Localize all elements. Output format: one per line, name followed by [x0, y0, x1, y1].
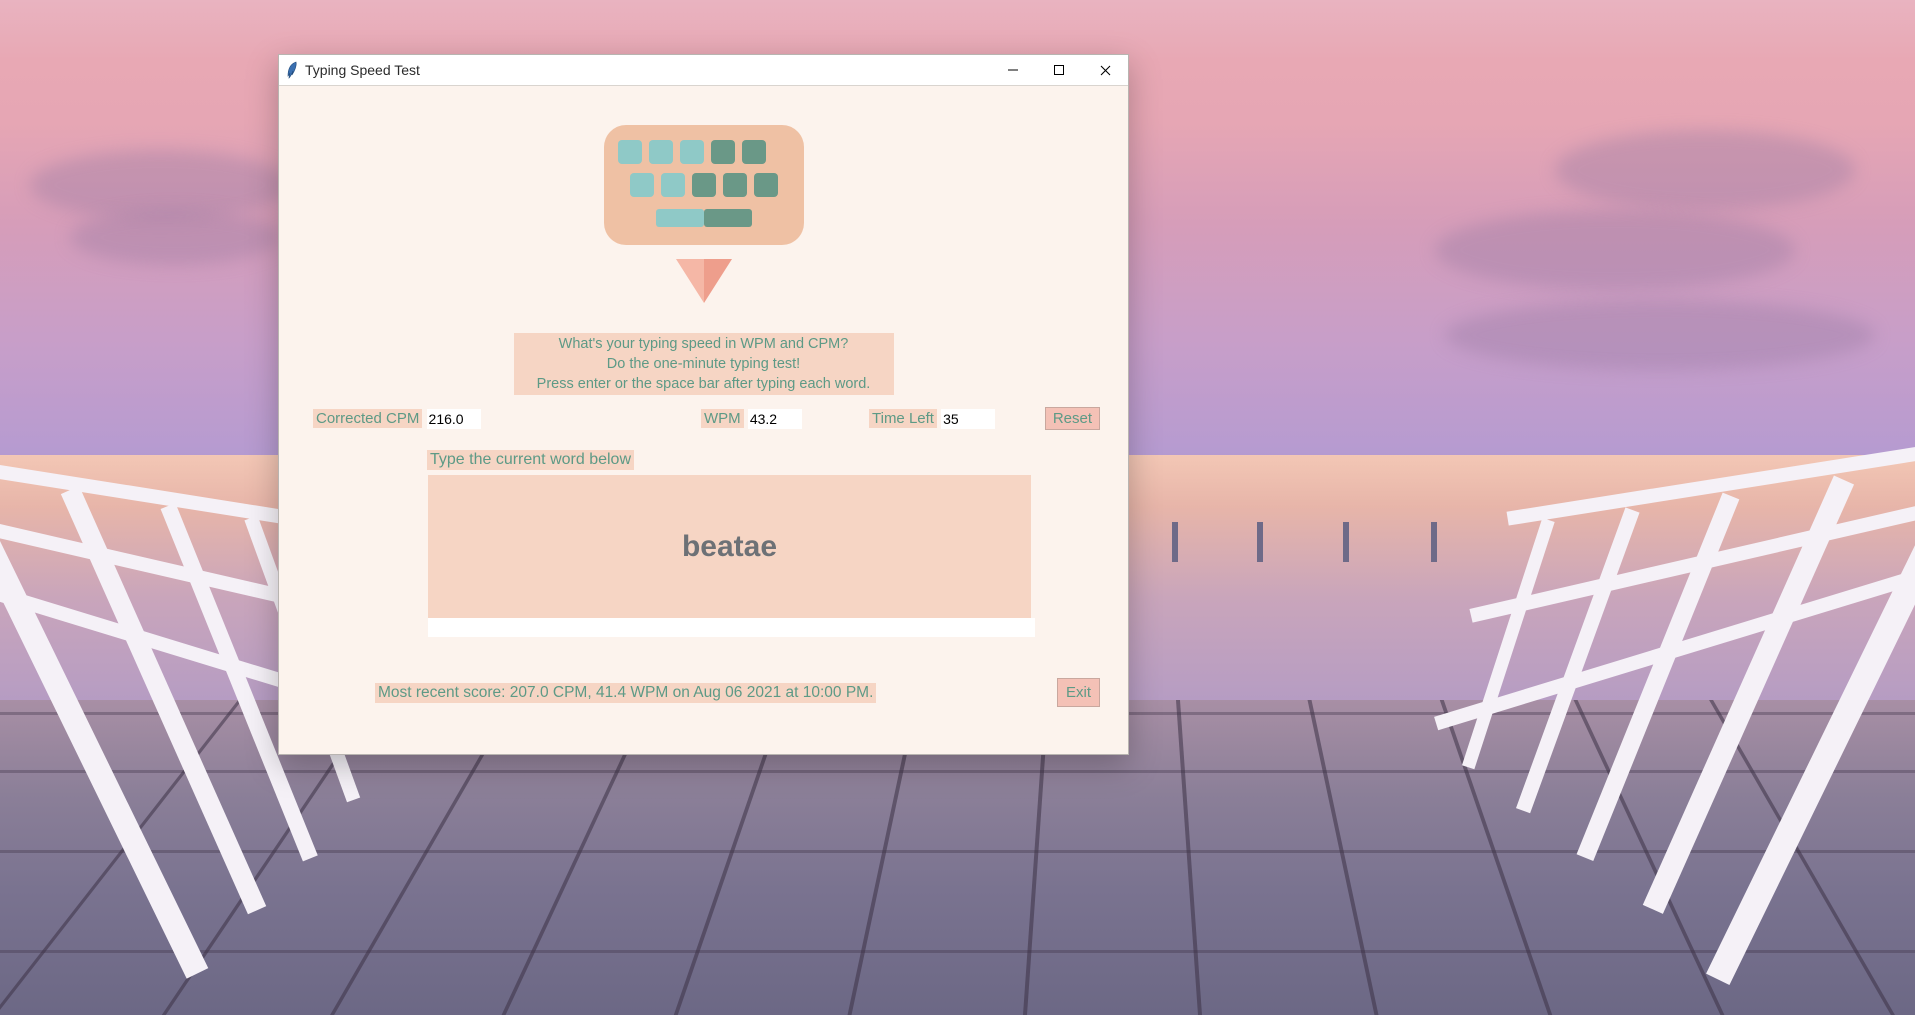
cpm-value: [427, 409, 481, 429]
exit-button[interactable]: Exit: [1057, 678, 1100, 707]
type-prompt-label: Type the current word below: [427, 450, 634, 470]
desktop-wallpaper: Typing Speed Test: [0, 0, 1915, 1015]
current-word-box: beatae: [428, 475, 1031, 618]
titlebar[interactable]: Typing Speed Test: [279, 55, 1128, 86]
wpm-value: [748, 409, 802, 429]
current-word: beatae: [682, 530, 777, 564]
typing-input[interactable]: [428, 618, 1035, 637]
close-button[interactable]: [1082, 55, 1128, 85]
cpm-label: Corrected CPM: [313, 409, 422, 428]
maximize-button[interactable]: [1036, 55, 1082, 85]
time-left-label: Time Left: [869, 409, 937, 428]
reset-button[interactable]: Reset: [1045, 407, 1100, 430]
feather-icon: [279, 61, 305, 79]
wpm-label: WPM: [701, 409, 744, 428]
time-left-value: [941, 409, 995, 429]
window-title: Typing Speed Test: [305, 62, 420, 78]
keyboard-illustration: [604, 125, 804, 259]
app-window: Typing Speed Test: [278, 54, 1129, 755]
recent-score: Most recent score: 207.0 CPM, 41.4 WPM o…: [375, 683, 876, 703]
minimize-button[interactable]: [990, 55, 1036, 85]
intro-text: What's your typing speed in WPM and CPM?…: [514, 333, 894, 395]
